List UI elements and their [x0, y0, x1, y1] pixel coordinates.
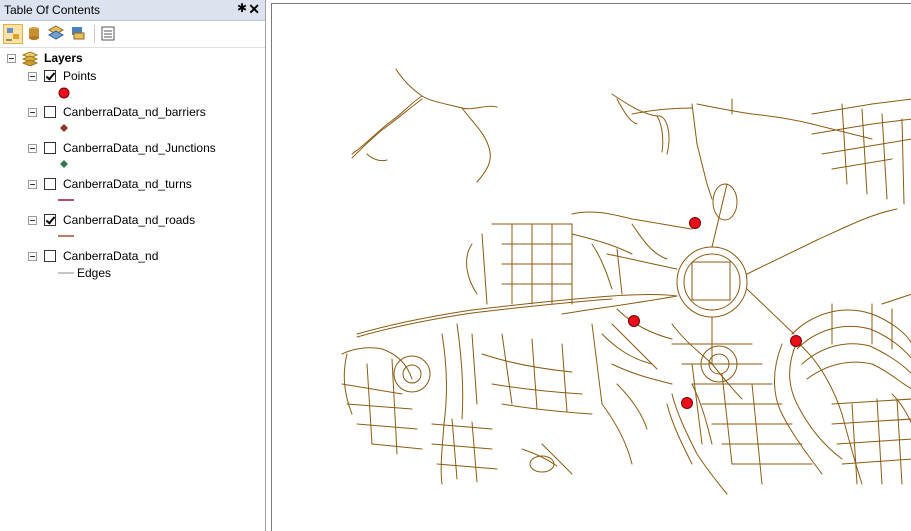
layer-label: CanberraData_nd	[63, 249, 159, 263]
list-by-source-icon	[29, 27, 39, 40]
layer-network-dataset[interactable]: CanberraData_nd Edges	[0, 248, 265, 280]
layer-visibility-checkbox[interactable]	[44, 250, 56, 262]
list-by-visibility-icon	[47, 25, 65, 40]
table-of-contents-panel: Table Of Contents ✱ ✕ Layers Points Canb…	[0, 0, 266, 531]
layer-label: CanberraData_nd_Junctions	[63, 141, 216, 155]
list-by-selection-icon	[72, 27, 85, 40]
collapse-icon[interactable]	[7, 54, 16, 63]
options-button[interactable]	[99, 24, 119, 44]
road-network-map[interactable]	[272, 4, 911, 531]
line-symbol-icon	[58, 235, 74, 237]
layer-visibility-checkbox[interactable]	[44, 142, 56, 154]
list-by-selection-button[interactable]	[69, 24, 89, 44]
layers-root-label: Layers	[44, 51, 83, 65]
toolbar-separator	[94, 25, 95, 43]
list-by-drawing-order-button[interactable]	[3, 24, 23, 44]
point-marker[interactable]	[628, 315, 640, 327]
list-by-drawing-order-icon	[6, 28, 19, 41]
layer-points[interactable]: Points	[0, 68, 265, 99]
collapse-icon[interactable]	[28, 180, 37, 189]
roads-layer	[341, 68, 911, 495]
collapse-icon[interactable]	[28, 252, 37, 261]
diamond-symbol-icon	[60, 160, 68, 168]
options-icon	[101, 26, 115, 41]
layer-label: CanberraData_nd_roads	[63, 213, 196, 227]
layer-label: CanberraData_nd_turns	[63, 177, 192, 191]
toc-toolbar	[0, 21, 265, 48]
collapse-icon[interactable]	[28, 108, 37, 117]
layers-icon	[21, 51, 39, 66]
list-by-source-button[interactable]	[25, 24, 45, 44]
point-marker[interactable]	[681, 397, 693, 409]
point-symbol-icon	[58, 87, 70, 99]
layer-label: Points	[63, 69, 97, 83]
collapse-icon[interactable]	[28, 144, 37, 153]
layer-turns[interactable]: CanberraData_nd_turns	[0, 176, 265, 201]
pin-icon[interactable]: ✱	[237, 1, 247, 15]
list-by-visibility-button[interactable]	[47, 24, 67, 44]
legend-label: Edges	[77, 266, 112, 280]
collapse-icon[interactable]	[28, 72, 37, 81]
line-symbol-icon	[58, 199, 74, 201]
map-view[interactable]	[271, 3, 911, 531]
line-symbol-icon	[58, 272, 74, 274]
layer-barriers[interactable]: CanberraData_nd_barriers	[0, 104, 265, 132]
layer-visibility-checkbox[interactable]	[44, 106, 56, 118]
close-icon[interactable]: ✕	[248, 1, 260, 18]
layer-roads[interactable]: CanberraData_nd_roads	[0, 212, 265, 237]
layer-label: CanberraData_nd_barriers	[63, 105, 206, 119]
point-marker[interactable]	[689, 217, 701, 229]
diamond-symbol-icon	[60, 124, 68, 132]
toc-title: Table Of Contents	[4, 3, 101, 17]
layer-junctions[interactable]: CanberraData_nd_Junctions	[0, 140, 265, 168]
layers-root[interactable]: Layers	[0, 50, 265, 66]
point-marker[interactable]	[790, 335, 802, 347]
layer-visibility-checkbox[interactable]	[44, 214, 56, 226]
toc-title-bar: Table Of Contents ✱ ✕	[0, 0, 265, 21]
layer-visibility-checkbox[interactable]	[44, 178, 56, 190]
collapse-icon[interactable]	[28, 216, 37, 225]
layer-visibility-checkbox[interactable]	[44, 70, 56, 82]
